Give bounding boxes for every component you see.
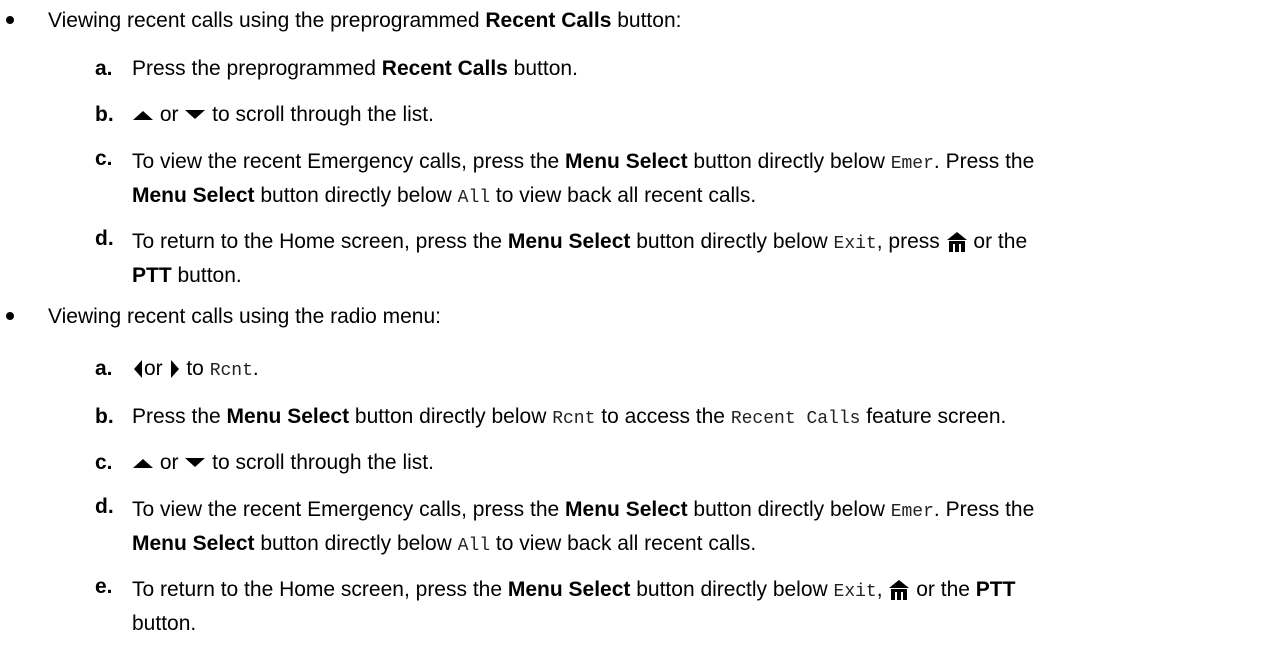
step-text: Press the preprogrammed Recent Calls but… (132, 57, 578, 80)
step-text: or to scroll through the list. (132, 450, 1252, 476)
bullet-text: Viewing recent calls using the radio men… (48, 305, 442, 328)
step-text: To return to the Home screen, press the … (132, 230, 1028, 287)
left-arrow-icon (134, 360, 142, 379)
right-arrow-icon (170, 360, 179, 379)
down-arrow-icon (185, 458, 206, 468)
down-arrow-icon (185, 110, 206, 120)
up-arrow-icon (133, 111, 153, 121)
step-text: or to scroll through the list. (132, 102, 1252, 128)
step-text: Press the Menu Select button directly be… (132, 405, 1007, 429)
step-text: To view the recent Emergency calls, pres… (132, 498, 1035, 556)
home-icon (889, 580, 910, 601)
step-text: or to Rcnt. (132, 356, 1252, 384)
up-arrow-icon (133, 459, 153, 469)
step-text: To return to the Home screen, press the … (132, 578, 1016, 635)
step-text: To view the recent Emergency calls, pres… (132, 150, 1035, 208)
bullet-text: Viewing recent calls using the preprogra… (48, 9, 682, 32)
bullet-dot (6, 312, 14, 320)
home-icon (946, 232, 967, 253)
bullet-dot (6, 16, 14, 24)
document-page: Viewing recent calls using the preprogra… (0, 0, 1266, 650)
